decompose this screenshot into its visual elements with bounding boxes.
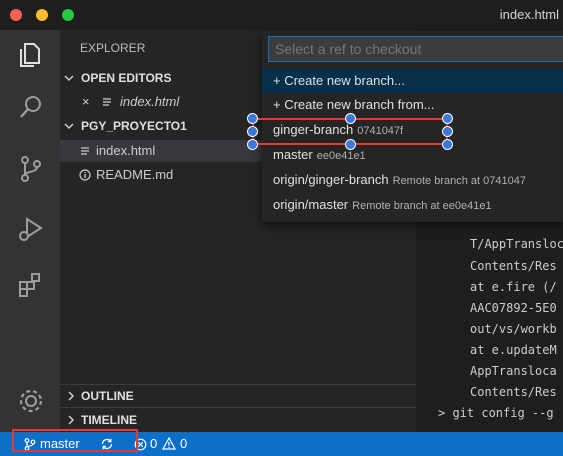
project-folder-title[interactable]: PGY_PROYECTO1 <box>81 119 187 133</box>
chevron-down-icon[interactable] <box>64 121 74 131</box>
annotation-box-status <box>12 429 138 452</box>
explorer-header: EXPLORER <box>80 41 146 55</box>
quick-pick-item[interactable]: origin/master Remote branch at ee0e41e1 <box>262 193 563 217</box>
info-file-icon <box>79 169 91 181</box>
file-item-readme[interactable]: README.md <box>96 167 173 182</box>
timeline-title[interactable]: TIMELINE <box>81 413 137 427</box>
branch-commit: Remote branch at 0741047 <box>392 175 526 187</box>
minimize-window-button[interactable] <box>36 9 48 21</box>
close-editor-icon[interactable]: × <box>82 94 90 109</box>
create-branch-option: + Create new branch... <box>273 73 405 88</box>
open-editor-item[interactable]: index.html <box>120 94 179 109</box>
run-debug-icon[interactable] <box>16 214 46 244</box>
quick-pick-item[interactable]: origin/ginger-branch Remote branch at 074… <box>262 168 563 192</box>
terminal-prompt-line: > git config --g <box>438 406 554 420</box>
branch-option-label: origin/ginger-branch Remote branch at 074… <box>273 172 526 187</box>
title-bar: index.html <box>0 0 563 30</box>
branch-name: master <box>273 147 313 162</box>
terminal-line: Contents/Res <box>470 259 557 273</box>
annotation-handle <box>247 139 258 150</box>
branch-commit: Remote branch at ee0e41e1 <box>352 200 492 212</box>
lines-file-icon <box>81 147 89 155</box>
outline-title[interactable]: OUTLINE <box>81 389 134 403</box>
error-count[interactable]: 0 <box>150 436 157 451</box>
open-editors-title[interactable]: OPEN EDITORS <box>81 71 171 85</box>
panel-divider <box>60 407 416 408</box>
chevron-right-icon[interactable] <box>66 391 76 401</box>
maximize-window-button[interactable] <box>62 9 74 21</box>
annotation-handle <box>247 113 258 124</box>
terminal-line: AAC07892-5E0 <box>470 301 557 315</box>
warning-icon <box>162 437 176 450</box>
lines-file-icon <box>103 98 111 106</box>
gear-icon[interactable] <box>16 386 46 416</box>
source-control-icon[interactable] <box>16 154 46 184</box>
quick-pick-item[interactable]: + Create new branch... <box>262 69 563 93</box>
annotation-handle <box>442 139 453 150</box>
file-item-index[interactable]: index.html <box>96 143 155 158</box>
close-window-button[interactable] <box>10 9 22 21</box>
vscode-window: index.html EXPLORER OPEN EDITORS × index… <box>0 0 563 456</box>
annotation-handle <box>442 126 453 137</box>
create-branch-from-option: + Create new branch from... <box>273 97 435 112</box>
window-title: index.html <box>499 7 559 22</box>
branch-commit: ee0e41e1 <box>316 150 366 162</box>
terminal-line: at e.updateM <box>470 343 557 357</box>
extensions-icon[interactable] <box>16 270 46 300</box>
search-icon[interactable] <box>16 92 46 122</box>
quick-pick-item[interactable]: + Create new branch from... <box>262 93 563 117</box>
chevron-down-icon[interactable] <box>64 73 74 83</box>
branch-name: origin/ginger-branch <box>273 172 389 187</box>
terminal-line: T/AppTransloc <box>470 237 563 251</box>
terminal-line: Contents/Res <box>470 385 557 399</box>
branch-option-label: origin/master Remote branch at ee0e41e1 <box>273 197 492 212</box>
annotation-handle <box>442 113 453 124</box>
annotation-handle <box>247 126 258 137</box>
panel-divider <box>60 384 416 385</box>
annotation-handle <box>345 139 356 150</box>
ref-search-input[interactable] <box>268 36 563 62</box>
branch-name: origin/master <box>273 197 349 212</box>
terminal-line: AppTransloca <box>470 364 557 378</box>
chevron-right-icon[interactable] <box>66 415 76 425</box>
files-icon[interactable] <box>16 40 46 70</box>
terminal-line: at e.fire (/ <box>470 280 557 294</box>
terminal-line: out/vs/workb <box>470 322 557 336</box>
quick-pick-item[interactable]: master ee0e41e1 <box>262 143 563 167</box>
warning-count[interactable]: 0 <box>180 436 187 451</box>
annotation-handle <box>345 113 356 124</box>
activity-bar <box>0 30 60 432</box>
